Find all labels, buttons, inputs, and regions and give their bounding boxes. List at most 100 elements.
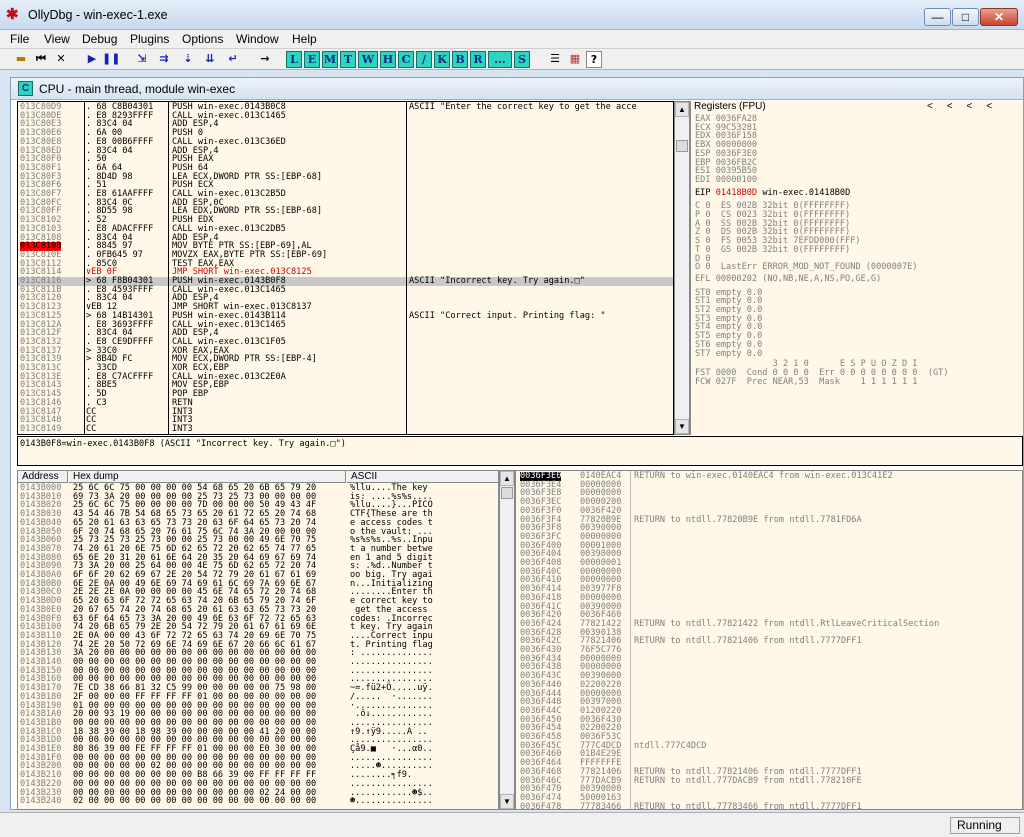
dump-row[interactable]: 0143B240 02 00 00 00 00 00 00 00 00 00 00… (18, 797, 498, 806)
disasm-row[interactable]: 013C80F3. 8D4D 98 LEA ECX,DWORD PTR SS:[E… (18, 172, 673, 182)
close-program-icon[interactable]: ✕ (52, 51, 70, 68)
menu-window[interactable]: Window (236, 32, 279, 46)
disasm-row[interactable]: 013C8146. C3 RETN (18, 399, 673, 408)
disasm-row[interactable]: 013C8145. 5D POP EBP (18, 390, 673, 399)
info-line: 0143B0F8=win-exec.0143B0F8 (ASCII "Incor… (20, 439, 346, 449)
disassembly-scrollbar[interactable]: ▲ ▼ (674, 101, 690, 435)
registers-title: Registers (FPU) (694, 101, 766, 112)
minimize-button[interactable]: — (924, 8, 951, 26)
cpu-button[interactable]: C (398, 51, 414, 68)
disasm-row[interactable]: 013C8148 CC INT3 (18, 416, 673, 425)
eip-register[interactable]: EIP 01418B0D win-exec.01418B0D (695, 187, 851, 198)
cpu-window: C CPU - main thread, module win-exec 013… (10, 77, 1024, 810)
disasm-row[interactable]: 013C8149 CC INT3 (18, 425, 673, 434)
stack-comment: RETURN to ntdll.77821406 from ntdll.7777… (634, 636, 862, 647)
list-icon[interactable]: ☰ (546, 51, 564, 68)
rewind-icon[interactable]: ⏮ (32, 51, 50, 68)
go-to-icon[interactable]: → (256, 51, 274, 68)
menu-help[interactable]: Help (292, 32, 317, 46)
disasm-row[interactable]: 013C80ED. 83C4 04 ADD ESP,4 (18, 146, 673, 156)
menu-bar: File View Debug Plugins Options Window H… (0, 30, 1024, 48)
menu-view[interactable]: View (44, 32, 70, 46)
cpu-window-title-bar: C CPU - main thread, module win-exec (11, 78, 1023, 100)
stack-value: 77783466 (580, 801, 622, 810)
menu-options[interactable]: Options (182, 32, 223, 46)
efl-register[interactable]: EFL 00000202 (NO,NB,NE,A,NS,PO,GE,G) (695, 275, 881, 284)
memory-map-button[interactable]: M (322, 51, 338, 68)
threads-button[interactable]: T (340, 51, 356, 68)
dump-column-header[interactable]: Address (18, 471, 68, 483)
flag-row[interactable]: O 0 LastErr ERROR_MOD_NOT_FOUND (0000007… (695, 263, 917, 272)
registers-pane[interactable]: Registers (FPU) < < < < EAX 0036FA28 ECX 99… (690, 101, 1023, 435)
modules-window-button[interactable]: E (304, 51, 320, 68)
scroll-thumb[interactable] (676, 140, 688, 152)
step-over-icon[interactable]: ⇉ (154, 51, 174, 68)
column-divider (630, 471, 631, 809)
disassembly-pane[interactable]: 013C80D9. 68 C8B04301 PUSH win-exec.0143B… (17, 101, 674, 435)
flag-row[interactable]: T 0 GS 002B 32bit 0(FFFFFFFF) (695, 246, 850, 255)
disasm-comment: ASCII "Incorrect key. Try again.□" (409, 276, 585, 286)
stack-comment: ntdll.777C4DCD (634, 740, 707, 751)
log-window-button[interactable]: L (286, 51, 302, 68)
dump-hex: 02 00 00 00 00 00 00 00 00 00 00 00 00 0… (73, 796, 317, 807)
stack-comment: RETURN to win-exec.0140EAC4 from win-exe… (634, 471, 893, 481)
trace-into-icon[interactable]: ⇣ (178, 51, 198, 68)
scroll-down-icon[interactable]: ▼ (500, 794, 514, 809)
scroll-up-icon[interactable]: ▲ (675, 102, 689, 117)
close-button[interactable]: ✕ (980, 8, 1018, 26)
cpu-icon: C (18, 81, 33, 96)
source-button[interactable]: S (514, 51, 530, 68)
dump-column-header[interactable]: Hex dump (69, 471, 346, 483)
stack-comment: RETURN to ntdll.77821422 from ntdll.RtlL… (634, 618, 940, 629)
menu-file[interactable]: File (10, 32, 29, 46)
disasm-row[interactable]: 013C8143. 8BE5 MOV ESP,EBP (18, 381, 673, 390)
call-stack-button[interactable]: K (434, 51, 450, 68)
trace-over-icon[interactable]: ⇊ (200, 51, 220, 68)
patches-button[interactable]: / (416, 51, 432, 68)
scroll-down-icon[interactable]: ▼ (675, 419, 689, 434)
register-value[interactable]: EDI 00000100 (695, 176, 757, 185)
run-trace-button[interactable]: ... (488, 51, 512, 68)
window-title: OllyDbg - win-exec-1.exe (28, 8, 168, 22)
eip-label: EIP (695, 187, 711, 198)
status-text: Running (950, 817, 1020, 834)
stack-row[interactable]: 0036F478 77783466 RETURN to ntdll.77783466… (516, 801, 1022, 810)
column-divider (168, 102, 169, 434)
stack-pane[interactable]: 0036F3E0 0140EAC4 RETURN to win-exec.0140E… (515, 470, 1023, 810)
disasm-comment: ASCII "Correct input. Printing flag: " (409, 310, 606, 321)
color-grid-icon[interactable]: ▦ (566, 51, 584, 68)
execute-till-return-icon[interactable]: ↵ (224, 51, 242, 68)
scroll-thumb[interactable] (501, 487, 513, 499)
references-button[interactable]: R (470, 51, 486, 68)
dump-address: 0143B240 (20, 796, 62, 807)
menu-debug[interactable]: Debug (82, 32, 117, 46)
hex-dump-pane[interactable]: Address Hex dump ASCII 0143B000 25 6C 6C 75 … (17, 470, 499, 810)
column-divider (84, 102, 85, 434)
run-icon[interactable]: ▶ (84, 51, 100, 68)
disasm-comment: ASCII "Enter the correct key to get the … (409, 102, 637, 112)
help-icon[interactable]: ? (586, 51, 602, 68)
maximize-button[interactable]: □ (952, 8, 979, 26)
register-arrow-icons[interactable]: < < < < (927, 102, 992, 112)
step-into-icon[interactable]: ⇲ (132, 51, 152, 68)
disasm-instruction: INT3 (172, 423, 193, 434)
eip-value: 01418B0D (715, 187, 758, 198)
open-icon[interactable]: ▬ (12, 51, 30, 68)
fpu-register[interactable]: ST7 empty 0.0 (695, 349, 762, 359)
scroll-up-icon[interactable]: ▲ (500, 471, 514, 486)
dump-column-header[interactable]: ASCII (347, 471, 498, 483)
handles-button[interactable]: H (380, 51, 396, 68)
status-bar: Running (0, 812, 1024, 837)
menu-plugins[interactable]: Plugins (130, 32, 169, 46)
toolbar: ▬ ⏮ ✕ ▶ ❚❚ ⇲ ⇉ ⇣ ⇊ ↵ → L E M T W H C / K… (0, 48, 1024, 70)
column-divider (406, 102, 407, 434)
windows-button[interactable]: W (358, 51, 378, 68)
disasm-row[interactable]: 013C80FF. 8D55 98 LEA EDX,DWORD PTR SS:[E… (18, 207, 673, 216)
dump-scrollbar[interactable]: ▲ ▼ (499, 470, 515, 810)
ollydbg-bug-icon: ✱ (6, 6, 19, 23)
disasm-row[interactable]: 013C8147 CC INT3 (18, 407, 673, 417)
eip-symbol: win-exec.01418B0D (762, 187, 851, 198)
pause-icon[interactable]: ❚❚ (102, 51, 120, 68)
disasm-address: 013C8149 (20, 423, 62, 434)
breakpoints-button[interactable]: B (452, 51, 468, 68)
